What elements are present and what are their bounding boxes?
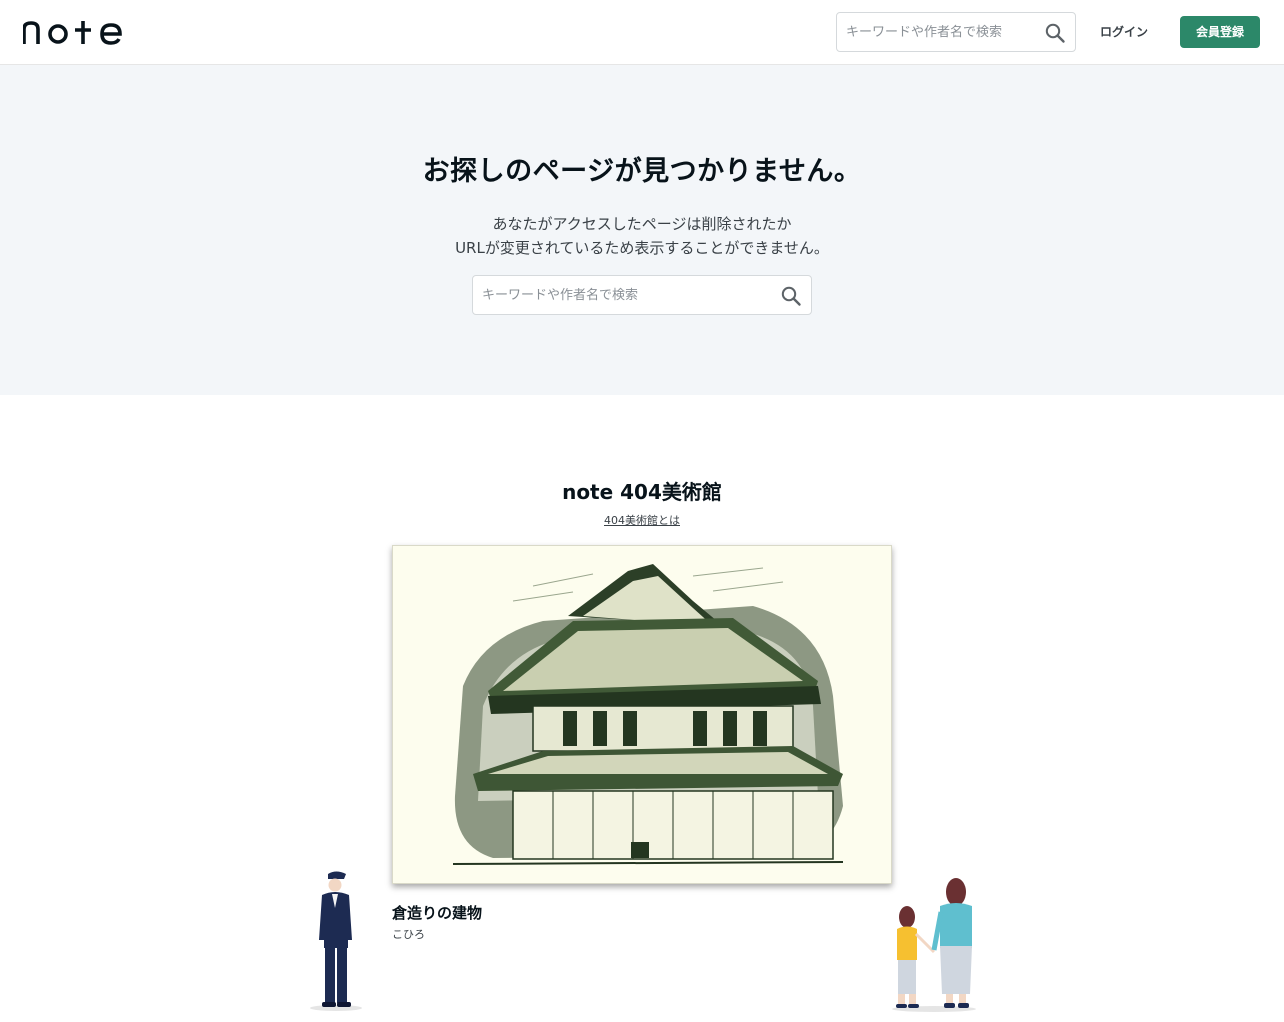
header-search-input[interactable] [846,13,1036,51]
header-search-box [836,12,1076,52]
signup-button[interactable]: 会員登録 [1180,16,1260,48]
search-icon[interactable] [1044,22,1066,44]
login-button[interactable]: ログイン [1086,20,1162,44]
museum-title: note 404美術館 [562,480,722,504]
museum-about-link[interactable]: 404美術館とは [0,512,1284,528]
page-title: お探しのページが見つかりません。 [422,156,862,187]
search-icon[interactable] [780,285,802,307]
storehouse-drawing [393,546,891,883]
not-found-hero: お探しのページが見つかりません。 あなたがアクセスしたページは削除されたか UR… [0,65,1284,395]
artwork-image[interactable] [392,545,892,884]
visitors-illustration [892,878,976,1012]
note-logo[interactable] [23,17,123,47]
artwork-title[interactable]: 倉造りの建物 [392,902,482,923]
main-search-box [472,275,812,315]
not-found-description-line2: URLが変更されているため表示することができません。 [455,239,829,257]
museum-guard-illustration [310,871,362,1011]
site-header: ログイン 会員登録 [0,0,1284,65]
main-search-input[interactable] [482,276,772,314]
artwork-author[interactable]: こひろ [392,926,425,942]
not-found-description-line1: あなたがアクセスしたページは削除されたか [492,215,792,233]
